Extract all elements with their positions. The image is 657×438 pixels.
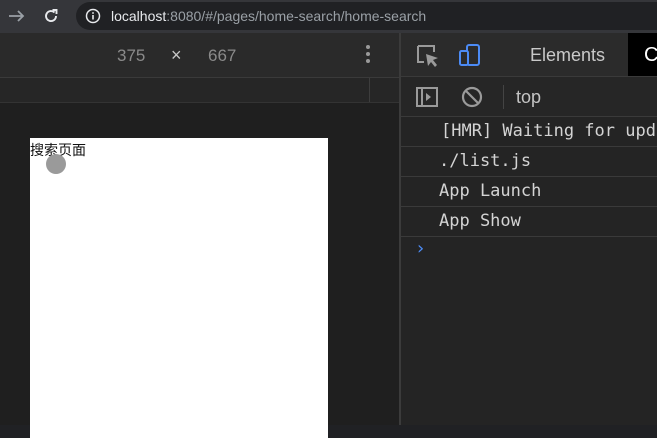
devtools-tabbar: Elements C bbox=[401, 33, 657, 77]
more-options-icon[interactable] bbox=[366, 45, 370, 66]
forward-button[interactable] bbox=[6, 5, 28, 27]
url-text: localhost:8080/#/pages/home-search/home-… bbox=[111, 8, 426, 25]
url-path: :8080/#/pages/home-search/home-search bbox=[166, 8, 427, 24]
console-messages: [HMR] Waiting for upd ./list.js App Laun… bbox=[401, 117, 657, 237]
ruler-divider bbox=[369, 78, 370, 102]
console-message-text: App Show bbox=[439, 211, 521, 231]
console-prompt-icon[interactable]: › bbox=[415, 238, 426, 259]
console-message-text: [HMR] Waiting for upd bbox=[441, 121, 656, 141]
reload-icon bbox=[45, 9, 58, 22]
url-host: localhost bbox=[111, 8, 167, 24]
tab-console[interactable]: C bbox=[628, 33, 657, 76]
device-toolbar: 375 × 667 bbox=[0, 33, 399, 78]
dimension-separator: × bbox=[171, 45, 182, 65]
device-width-input[interactable]: 375 bbox=[117, 46, 145, 66]
touch-cursor bbox=[46, 154, 66, 174]
context-selector[interactable]: top bbox=[516, 87, 541, 108]
browser-toolbar: localhost:8080/#/pages/home-search/home-… bbox=[0, 0, 657, 33]
sidebar-toggle-icon[interactable] bbox=[415, 85, 441, 111]
address-bar[interactable]: localhost:8080/#/pages/home-search/home-… bbox=[76, 2, 657, 30]
console-message: ./list.js bbox=[401, 147, 657, 177]
inspect-element-icon[interactable] bbox=[415, 43, 441, 69]
device-viewport-area: 搜索页面 bbox=[0, 103, 399, 438]
device-toggle-icon[interactable] bbox=[457, 43, 483, 69]
forward-arrow-icon bbox=[9, 10, 25, 22]
toolbar-divider bbox=[503, 85, 504, 109]
tab-elements[interactable]: Elements bbox=[530, 45, 605, 66]
tab-console-label: C bbox=[644, 44, 657, 66]
device-ruler bbox=[0, 78, 399, 103]
clear-console-icon[interactable] bbox=[460, 85, 486, 111]
console-message-text: App Launch bbox=[439, 181, 542, 201]
reload-button[interactable] bbox=[40, 5, 62, 27]
device-screen: 搜索页面 bbox=[30, 138, 328, 438]
device-height-input[interactable]: 667 bbox=[208, 46, 236, 66]
info-icon[interactable] bbox=[85, 8, 101, 28]
devtools-panel: Elements C top [HMR] Waiting for upd ./l… bbox=[399, 33, 657, 425]
console-message-text: ./list.js bbox=[439, 151, 532, 171]
console-message: App Show bbox=[401, 207, 657, 237]
console-message: App Launch bbox=[401, 177, 657, 207]
console-toolbar: top bbox=[401, 77, 657, 117]
console-message: [HMR] Waiting for upd bbox=[401, 117, 657, 147]
